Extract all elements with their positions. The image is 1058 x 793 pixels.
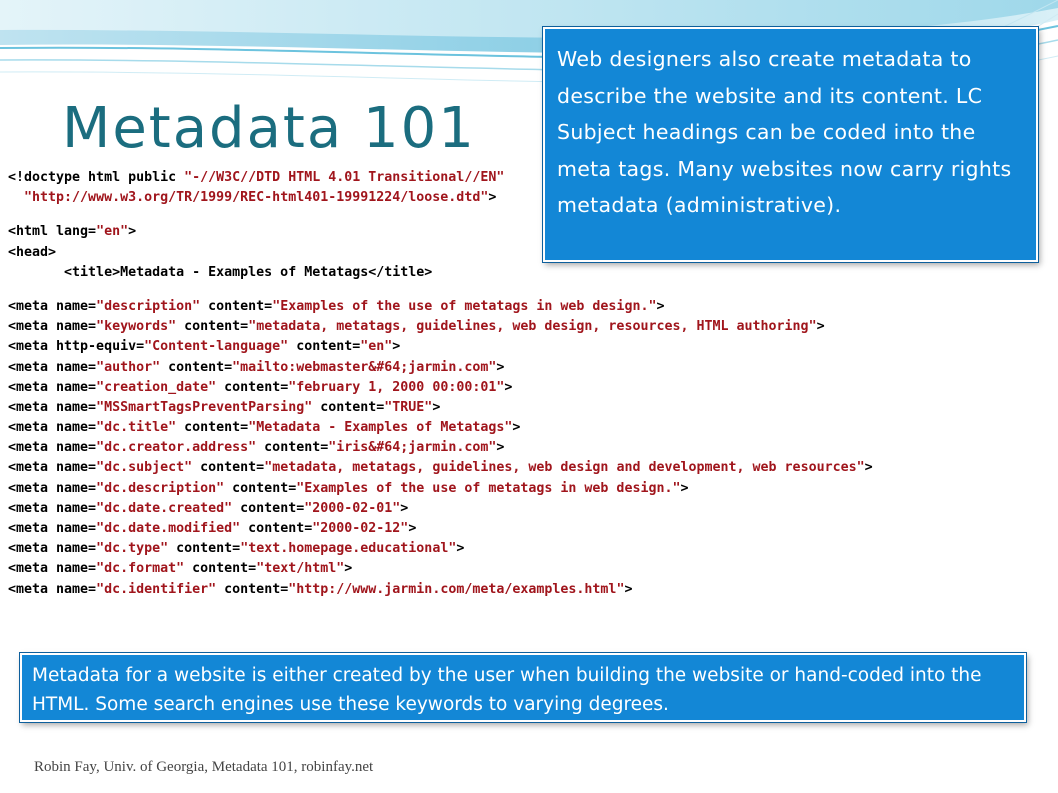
- meta-line: <meta name="keywords" content="metadata,…: [8, 319, 825, 335]
- callout-website-metadata: Metadata for a website is either created…: [20, 653, 1026, 722]
- meta-line: <meta name="author" content="mailto:webm…: [8, 359, 505, 375]
- meta-line: <meta name="dc.date.created" content="20…: [8, 500, 409, 516]
- meta-line: <meta name="creation_date" content="febr…: [8, 379, 513, 395]
- slide-title: Metadata 101: [62, 96, 476, 161]
- meta-line: <meta name="dc.format" content="text/htm…: [8, 561, 353, 577]
- meta-line: <meta name="dc.title" content="Metadata …: [8, 420, 521, 436]
- meta-line: <meta http-equiv="Content-language" cont…: [8, 339, 401, 355]
- meta-line: <meta name="dc.type" content="text.homep…: [8, 541, 465, 557]
- meta-line: <meta name="dc.description" content="Exa…: [8, 480, 689, 496]
- footer-credit: Robin Fay, Univ. of Georgia, Metadata 10…: [34, 759, 374, 775]
- callout-web-designers: Web designers also create metadata to de…: [543, 27, 1038, 262]
- code-gap: [8, 283, 1008, 297]
- meta-line: <meta name="dc.date.modified" content="2…: [8, 521, 417, 536]
- meta-line: <meta name="dc.identifier" content="http…: [8, 581, 633, 597]
- meta-line: <meta name="dc.creator.address" content=…: [8, 440, 505, 456]
- meta-line: <meta name="dc.subject" content="metadat…: [8, 460, 873, 476]
- meta-line: <meta name="description" content="Exampl…: [8, 298, 665, 314]
- meta-line: <meta name="MSSmartTagsPreventParsing" c…: [8, 399, 441, 415]
- title-tag-line: <title>Metadata - Examples of Metatags</…: [8, 264, 433, 280]
